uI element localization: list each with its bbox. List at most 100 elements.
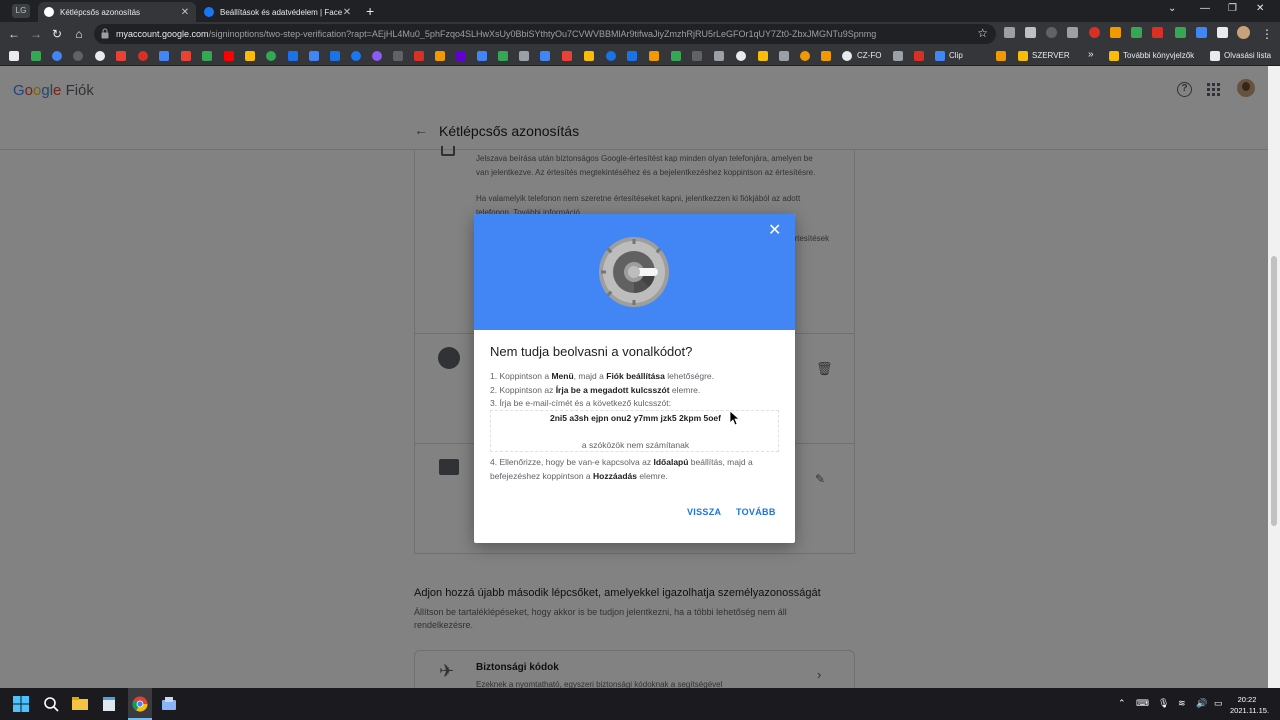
- bookmark-icon[interactable]: [181, 51, 191, 61]
- scrollbar-thumb[interactable]: [1271, 256, 1277, 526]
- google-authenticator-logo-icon: [599, 237, 669, 307]
- close-tab-icon[interactable]: ✕: [180, 7, 190, 18]
- search-icon[interactable]: [43, 696, 59, 712]
- extension-icon[interactable]: [1046, 27, 1057, 38]
- apps-grid-icon[interactable]: [9, 51, 19, 61]
- extension-icon[interactable]: [1110, 27, 1121, 38]
- tab-facebook-settings[interactable]: Beállítások és adatvédelem | Faceb ✕: [198, 2, 358, 22]
- bookmark-icon[interactable]: [414, 51, 424, 61]
- bookmark-icon[interactable]: [73, 51, 83, 61]
- back-arrow-icon[interactable]: ←: [6, 26, 22, 42]
- profile-window-icon[interactable]: LG: [12, 4, 30, 18]
- network-icon[interactable]: ≋: [1178, 698, 1186, 709]
- tab-two-step-verification[interactable]: Kétlépcsős azonosítás ✕: [38, 2, 196, 22]
- bookmark-icon[interactable]: [540, 51, 550, 61]
- app-icon[interactable]: [161, 696, 177, 712]
- clip-bookmark-icon[interactable]: [935, 51, 945, 61]
- bookmark-icon[interactable]: [330, 51, 340, 61]
- bookmark-icon[interactable]: [736, 51, 746, 61]
- close-window-icon[interactable]: ✕: [1256, 3, 1264, 14]
- home-icon[interactable]: ⌂: [71, 26, 87, 42]
- gmail-bookmark-icon[interactable]: [116, 51, 126, 61]
- bookmark-icon[interactable]: [996, 51, 1006, 61]
- new-tab-plus-icon[interactable]: +: [366, 3, 374, 19]
- extension-icon[interactable]: [1004, 27, 1015, 38]
- bookmark-icon[interactable]: [498, 51, 508, 61]
- maps-bookmark-icon[interactable]: [266, 51, 276, 61]
- file-explorer-icon[interactable]: [72, 696, 88, 712]
- microphone-icon[interactable]: 🎙: [1158, 698, 1169, 709]
- translate-bookmark-icon[interactable]: [309, 51, 319, 61]
- bookmark-icon[interactable]: [649, 51, 659, 61]
- back-button[interactable]: VISSZA: [687, 507, 721, 517]
- other-bookmarks[interactable]: További könyvjelzők: [1123, 51, 1194, 60]
- profile-avatar-icon[interactable]: [1237, 26, 1250, 39]
- volume-icon[interactable]: 🔊: [1196, 698, 1207, 709]
- bookmark-icon[interactable]: [562, 51, 572, 61]
- bookmark-star-icon[interactable]: ☆: [977, 26, 988, 40]
- bookmark-icon[interactable]: [627, 51, 637, 61]
- bookmark-icon[interactable]: [842, 51, 852, 61]
- close-tab-icon[interactable]: ✕: [342, 7, 352, 18]
- extension-icon[interactable]: [1131, 27, 1142, 38]
- extension-icon[interactable]: [1196, 27, 1207, 38]
- reload-icon[interactable]: ↻: [49, 26, 65, 42]
- bookmark-icon[interactable]: [31, 51, 41, 61]
- bookmark-icon[interactable]: [606, 51, 616, 61]
- bookmark-icon[interactable]: [779, 51, 789, 61]
- bookmark-icon[interactable]: [758, 51, 768, 61]
- bookmark-clip[interactable]: Clip: [949, 51, 963, 60]
- bookmark-szerver[interactable]: SZERVER: [1032, 51, 1070, 60]
- show-hidden-icons-chevron[interactable]: ⌃: [1118, 698, 1126, 709]
- bookmark-cz-fo[interactable]: CZ-FO: [857, 51, 881, 60]
- step-1: 1. Koppintson a Menü, majd a Fiók beállí…: [490, 371, 714, 381]
- bookmark-icon[interactable]: [477, 51, 487, 61]
- restore-icon[interactable]: ❐: [1228, 3, 1237, 14]
- tab-search-chevron-icon[interactable]: ⌄: [1168, 3, 1176, 14]
- keyboard-icon[interactable]: ⌨: [1136, 698, 1149, 709]
- bookmark-icon[interactable]: [692, 51, 702, 61]
- extensions-puzzle-icon[interactable]: [1217, 27, 1228, 38]
- messenger-bookmark-icon[interactable]: [372, 51, 382, 61]
- bookmark-icon[interactable]: [893, 51, 903, 61]
- bookmark-icon[interactable]: [914, 51, 924, 61]
- bookmark-icon[interactable]: [584, 51, 594, 61]
- windows-start-icon[interactable]: [13, 696, 29, 712]
- forward-arrow-icon[interactable]: →: [28, 26, 44, 42]
- taskbar-clock[interactable]: 20:22 2021.11.15.: [1230, 694, 1269, 716]
- bookmark-icon[interactable]: [435, 51, 445, 61]
- bookmark-icon[interactable]: [671, 51, 681, 61]
- address-bar[interactable]: myaccount.google.com/signinoptions/two-s…: [94, 24, 996, 44]
- reading-list[interactable]: Olvasási lista: [1224, 51, 1271, 60]
- battery-icon[interactable]: ▭: [1214, 698, 1223, 709]
- bookmark-icon[interactable]: [95, 51, 105, 61]
- yahoo-bookmark-icon[interactable]: [456, 51, 466, 61]
- minimize-icon[interactable]: —: [1200, 3, 1210, 14]
- bookmark-icon[interactable]: [159, 51, 169, 61]
- more-bookmarks-chevron[interactable]: »: [1088, 49, 1094, 60]
- step-4: 4. Ellenőrizze, hogy be van-e kapcsolva …: [490, 457, 753, 481]
- youtube-bookmark-icon[interactable]: [224, 51, 234, 61]
- notepad-icon[interactable]: [101, 696, 117, 712]
- extension-icon[interactable]: [1025, 27, 1036, 38]
- bookmark-icon[interactable]: [202, 51, 212, 61]
- bookmark-icon[interactable]: [821, 51, 831, 61]
- page-scrollbar[interactable]: [1268, 66, 1280, 688]
- facebook-bookmark-icon[interactable]: [351, 51, 361, 61]
- extension-icon[interactable]: [1152, 27, 1163, 38]
- extension-icon[interactable]: [1067, 27, 1078, 38]
- chrome-icon[interactable]: [132, 696, 148, 712]
- bookmark-icon[interactable]: [393, 51, 403, 61]
- bookmark-icon[interactable]: [138, 51, 148, 61]
- bookmark-icon[interactable]: [52, 51, 62, 61]
- next-button[interactable]: TOVÁBB: [736, 507, 776, 517]
- bookmark-icon[interactable]: [714, 51, 724, 61]
- browser-menu-icon[interactable]: ⋮: [1259, 26, 1275, 42]
- close-dialog-icon[interactable]: ✕: [768, 223, 781, 239]
- drive-bookmark-icon[interactable]: [245, 51, 255, 61]
- bookmark-icon[interactable]: [519, 51, 529, 61]
- bookmark-icon[interactable]: [800, 51, 810, 61]
- play-bookmark-icon[interactable]: [288, 51, 298, 61]
- extension-icon[interactable]: [1175, 27, 1186, 38]
- adblock-icon[interactable]: [1089, 27, 1100, 38]
